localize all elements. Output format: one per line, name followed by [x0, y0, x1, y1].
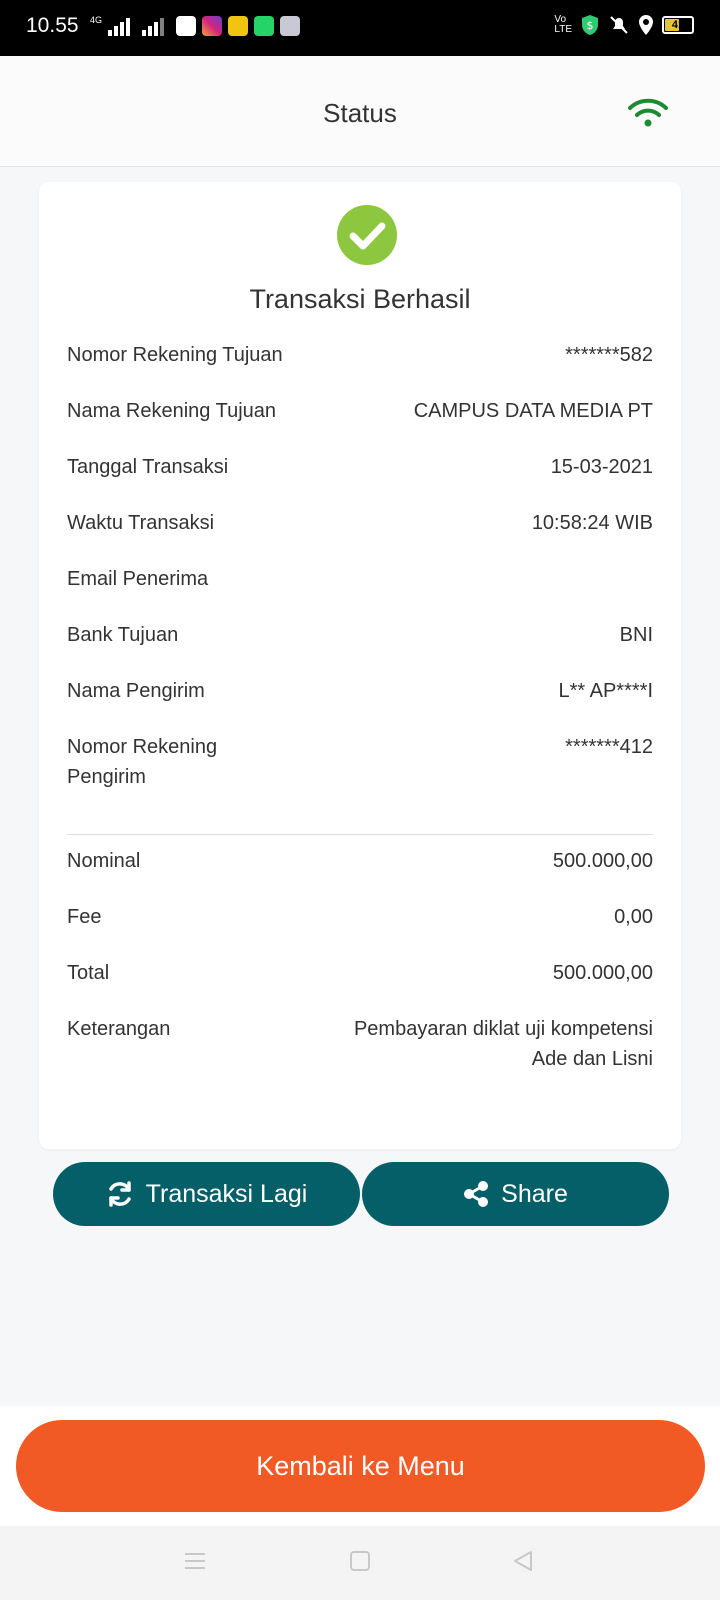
amount-label: Total: [67, 962, 110, 984]
detail-value: 15-03-2021: [550, 456, 653, 478]
instagram-icon: [202, 16, 223, 36]
share-icon: [464, 1181, 489, 1207]
detail-value: *******412: [565, 736, 653, 758]
detail-value: 10:58:24 WIB: [531, 512, 653, 534]
status-left-icons: 4G: [90, 15, 301, 36]
receipt-card: Transaksi Berhasil Nomor Rekening Tujuan…: [39, 182, 681, 1149]
refresh-icon: [108, 1181, 131, 1207]
detail-label: Waktu Transaksi: [67, 512, 215, 534]
page-title: Status: [323, 98, 397, 128]
detail-row: Waktu Transaksi 10:58:24 WIB: [67, 508, 653, 538]
detail-label: Nama Pengirim: [67, 680, 205, 702]
detail-row: Email Penerima: [67, 564, 653, 594]
volte-icon: Vo LTE: [554, 14, 572, 35]
layers-icon: [280, 16, 301, 36]
amount-value: 0,00: [614, 906, 653, 928]
svg-text:$: $: [587, 19, 594, 32]
detail-label: Nama Rekening Tujuan: [67, 400, 277, 422]
notification-icon: [228, 16, 249, 36]
wifi-icon: [628, 98, 668, 127]
sf-app-icon: [176, 16, 197, 36]
amount-value: 500.000,00: [552, 850, 653, 872]
amount-label: Fee: [67, 906, 102, 928]
transaksi-lagi-label: Transaksi Lagi: [145, 1179, 308, 1208]
detail-row: Nomor Rekening Pengirim *******412: [67, 732, 653, 792]
back-icon[interactable]: [512, 1550, 534, 1572]
amount-row: Fee 0,00: [67, 902, 653, 932]
detail-row: Tanggal Transaksi 15-03-2021: [67, 452, 653, 482]
divider: [67, 834, 653, 835]
menu-icon[interactable]: [184, 1550, 206, 1572]
status-time: 10.55: [26, 14, 79, 37]
transaksi-lagi-button[interactable]: Transaksi Lagi: [53, 1162, 360, 1226]
share-button[interactable]: Share: [362, 1162, 669, 1226]
battery-icon: 41: [662, 16, 694, 34]
system-nav-bar: [0, 1526, 720, 1600]
amount-label: Keterangan: [67, 1018, 171, 1040]
detail-value: BNI: [619, 624, 653, 646]
detail-row: Bank Tujuan BNI: [67, 620, 653, 650]
whatsapp-icon: [254, 16, 275, 36]
detail-value: *******582: [565, 344, 653, 366]
amount-value: 500.000,00: [552, 962, 653, 984]
detail-row: Nama Pengirim L** AP****I: [67, 676, 653, 706]
status-right-icons: Vo LTE $ 41: [554, 14, 694, 36]
back-to-menu-label: Kembali ke Menu: [256, 1450, 465, 1481]
detail-label: Nomor Rekening Tujuan: [67, 344, 283, 366]
amount-row: Total 500.000,00: [67, 958, 653, 988]
detail-row: Nama Rekening Tujuan CAMPUS DATA MEDIA P…: [67, 396, 653, 426]
detail-value: L** AP****I: [558, 680, 653, 702]
detail-value: CAMPUS DATA MEDIA PT: [413, 400, 653, 422]
amount-value: Pembayaran diklat uji kompetensi Ade dan…: [353, 1018, 653, 1070]
status-bar: 10.55 4G Vo LTE $ 41: [0, 0, 720, 56]
detail-label: Nomor Rekening Pengirim: [67, 736, 218, 788]
mute-icon: [610, 16, 628, 34]
transaction-status-title: Transaksi Berhasil: [249, 284, 471, 314]
amount-label: Nominal: [67, 850, 141, 872]
app-header: Status: [0, 56, 720, 167]
location-icon: [639, 15, 653, 35]
signal-2-icon: [142, 16, 165, 36]
battery-level: 41: [671, 19, 685, 31]
detail-row: Nomor Rekening Tujuan *******582: [67, 340, 653, 370]
back-to-menu-button[interactable]: Kembali ke Menu: [16, 1420, 705, 1512]
home-icon[interactable]: [349, 1550, 371, 1572]
detail-label: Tanggal Transaksi: [67, 456, 229, 478]
check-circle-icon: [337, 205, 397, 265]
amount-row: Keterangan Pembayaran diklat uji kompete…: [67, 1014, 653, 1074]
shield-icon: $: [582, 15, 598, 35]
signal-icon: [108, 16, 131, 36]
share-label: Share: [501, 1179, 568, 1208]
network-type-label: 4G: [90, 15, 103, 25]
detail-label: Email Penerima: [67, 568, 209, 590]
detail-label: Bank Tujuan: [67, 624, 179, 646]
amount-row: Nominal 500.000,00: [67, 846, 653, 876]
